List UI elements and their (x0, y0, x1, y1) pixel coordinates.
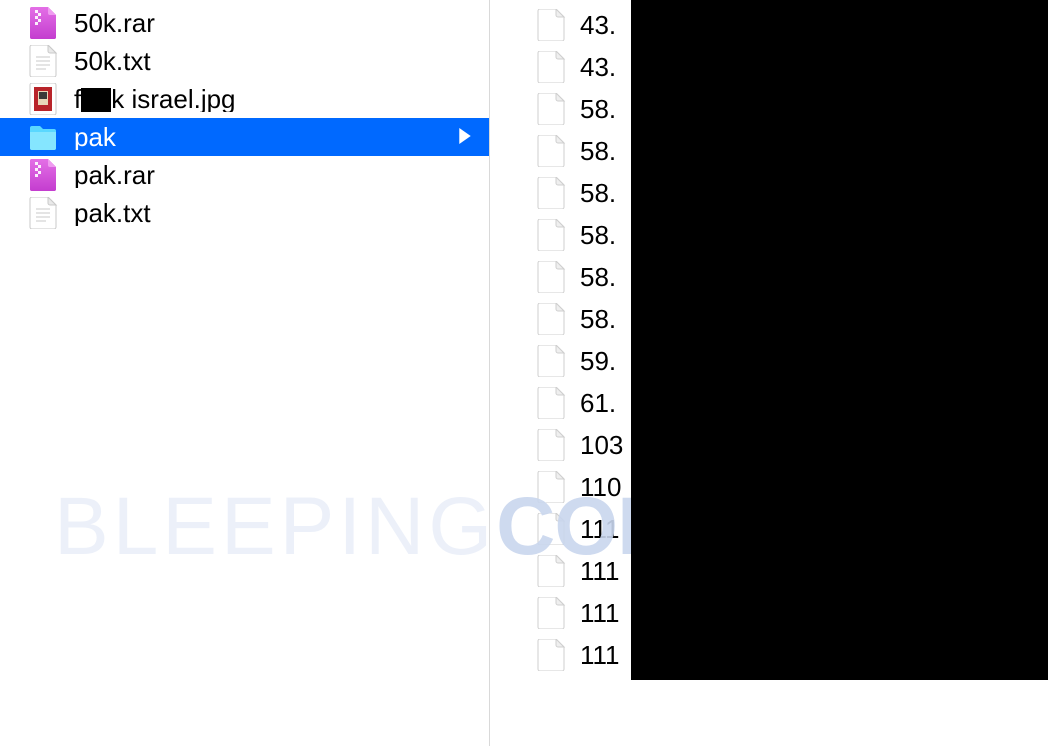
document-icon (534, 303, 568, 335)
file-label-prefix: f (74, 86, 81, 112)
redaction-overlay (631, 0, 1048, 680)
file-label-suffix: k israel.jpg (111, 86, 235, 112)
document-icon (534, 177, 568, 209)
file-label: 58. (580, 220, 616, 251)
file-label: pak.rar (74, 162, 477, 188)
file-label: 61. (580, 388, 616, 419)
jpg-icon (26, 83, 60, 115)
column-gap (490, 0, 530, 746)
file-row[interactable]: pak.txt (0, 194, 489, 232)
document-icon (534, 597, 568, 629)
file-label: 111 (580, 640, 620, 671)
document-icon (534, 219, 568, 251)
file-label: 43. (580, 10, 616, 41)
document-icon (534, 261, 568, 293)
file-label: 111 (580, 514, 620, 545)
document-icon (534, 387, 568, 419)
file-label: 50k.rar (74, 10, 477, 36)
file-row[interactable]: 50k.txt (0, 42, 489, 80)
censored-text (81, 88, 111, 112)
file-label: 58. (580, 178, 616, 209)
file-label: 103 (580, 430, 623, 461)
file-label: 58. (580, 94, 616, 125)
file-row[interactable]: 50k.rar (0, 4, 489, 42)
file-label: 43. (580, 52, 616, 83)
file-label: pak (74, 124, 459, 150)
file-label: 110 (580, 472, 621, 503)
file-row-selected[interactable]: pak (0, 118, 489, 156)
file-label: 111 (580, 598, 620, 629)
document-icon (534, 513, 568, 545)
file-label: pak.txt (74, 200, 477, 226)
document-icon (534, 639, 568, 671)
document-icon (534, 93, 568, 125)
file-row[interactable]: pak.rar (0, 156, 489, 194)
file-label: 111 (580, 556, 620, 587)
rar-icon (26, 7, 60, 39)
file-label: 59. (580, 346, 616, 377)
txt-icon (26, 197, 60, 229)
txt-icon (26, 45, 60, 77)
document-icon (534, 555, 568, 587)
file-label: f k israel.jpg (74, 86, 477, 112)
document-icon (534, 429, 568, 461)
file-label: 58. (580, 304, 616, 335)
folder-icon (26, 121, 60, 153)
document-icon (534, 471, 568, 503)
left-column: 50k.rar 50k.txt f k israel.jpg pak (0, 0, 490, 746)
file-label: 50k.txt (74, 48, 477, 74)
rar-icon (26, 159, 60, 191)
document-icon (534, 9, 568, 41)
file-row[interactable]: f k israel.jpg (0, 80, 489, 118)
document-icon (534, 345, 568, 377)
document-icon (534, 51, 568, 83)
chevron-right-icon (459, 128, 477, 146)
file-label: 58. (580, 262, 616, 293)
file-label: 58. (580, 136, 616, 167)
document-icon (534, 135, 568, 167)
